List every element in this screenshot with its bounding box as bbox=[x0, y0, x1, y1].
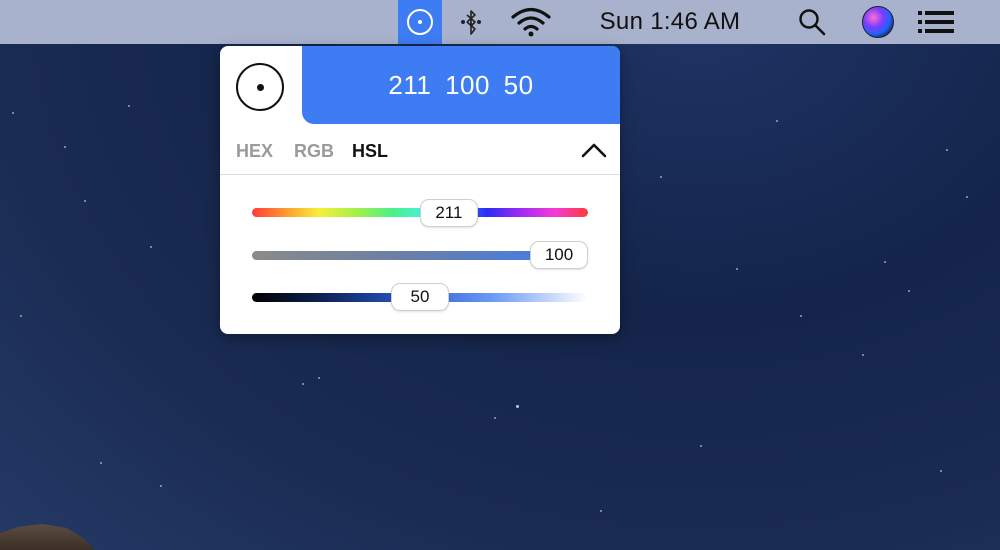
menu-bar: Sun 1:46 AM bbox=[0, 0, 1000, 44]
saturation-slider-thumb[interactable]: 100 bbox=[530, 241, 588, 269]
bluetooth-icon bbox=[461, 10, 481, 35]
color-picker-menu-button[interactable] bbox=[398, 0, 442, 44]
color-picker-icon bbox=[407, 9, 433, 35]
siri-button[interactable] bbox=[858, 0, 898, 44]
format-tabs: HEX RGB HSL bbox=[220, 124, 620, 175]
color-preview-swatch[interactable]: 211 100 50 bbox=[302, 46, 620, 124]
eyedropper-icon bbox=[256, 83, 264, 91]
collapse-button[interactable] bbox=[580, 136, 608, 164]
spotlight-search-button[interactable] bbox=[792, 0, 832, 44]
tab-hsl[interactable]: HSL bbox=[352, 141, 388, 162]
color-value-text: 211 100 50 bbox=[388, 69, 534, 100]
tab-hex[interactable]: HEX bbox=[236, 141, 273, 162]
siri-icon bbox=[862, 6, 894, 38]
color-picker-panel: 211 100 50 HEX RGB HSL 211 100 50 bbox=[220, 46, 620, 334]
chevron-up-icon bbox=[581, 143, 607, 158]
list-icon bbox=[918, 11, 954, 33]
hue-slider-thumb[interactable]: 211 bbox=[419, 199, 478, 227]
menu-bar-clock[interactable]: Sun 1:46 AM bbox=[580, 0, 760, 44]
wifi-menu-button[interactable] bbox=[506, 0, 556, 44]
search-icon bbox=[799, 9, 826, 36]
rock-silhouette bbox=[0, 524, 95, 550]
wifi-icon bbox=[511, 7, 551, 37]
panel-header: 211 100 50 bbox=[220, 46, 620, 124]
lightness-slider-thumb[interactable]: 50 bbox=[391, 283, 449, 311]
hsl-sliders: 211 100 50 bbox=[220, 176, 620, 334]
bluetooth-menu-button[interactable] bbox=[455, 0, 487, 44]
tab-rgb[interactable]: RGB bbox=[294, 141, 334, 162]
eyedropper-button[interactable] bbox=[236, 63, 284, 111]
notification-center-button[interactable] bbox=[912, 0, 960, 44]
